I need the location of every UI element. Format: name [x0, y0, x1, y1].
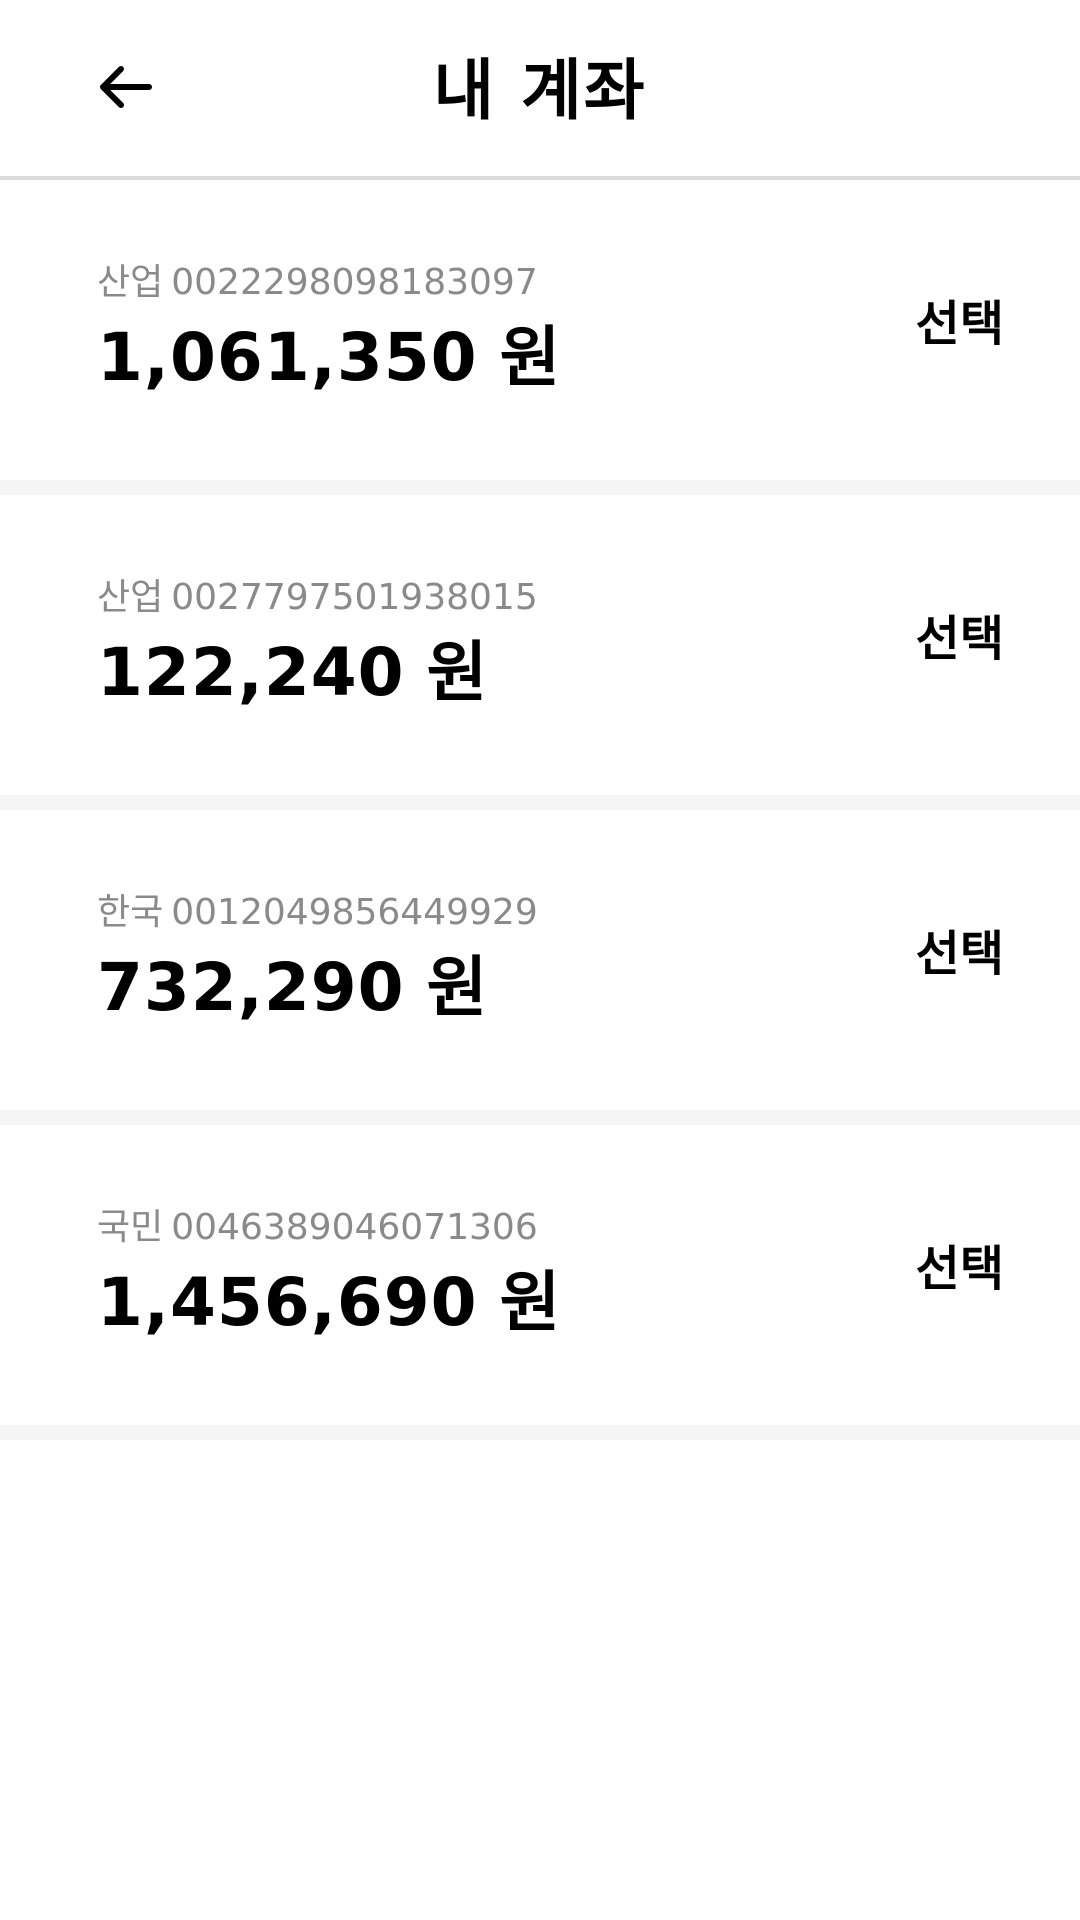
balance-amount: 1,061,350 [97, 319, 478, 396]
account-meta: 한국 0012049856449929 [97, 890, 538, 936]
account-balance: 1,456,690 원 [97, 1263, 561, 1343]
select-button[interactable]: 선택 [916, 609, 1004, 669]
account-balance: 1,061,350 원 [97, 318, 561, 398]
balance-amount: 122,240 [97, 634, 405, 711]
page-title: 내 계좌 [433, 52, 647, 129]
account-item: 국민 0046389046071306 1,456,690 원 선택 [0, 1125, 1080, 1440]
account-number: 0046389046071306 [171, 1207, 538, 1248]
select-button[interactable]: 선택 [916, 1239, 1004, 1299]
account-item: 산업 0022298098183097 1,061,350 원 선택 [0, 180, 1080, 495]
app-screen: 내 계좌 산업 0022298098183097 1,061,350 원 선택 산업… [0, 0, 1080, 1920]
currency-unit: 원 [499, 1264, 562, 1341]
account-balance: 122,240 원 [97, 633, 538, 713]
bank-name: 산업 [97, 577, 164, 618]
currency-unit: 원 [426, 949, 489, 1026]
account-meta: 국민 0046389046071306 [97, 1205, 561, 1251]
account-balance: 732,290 원 [97, 948, 538, 1028]
account-item: 한국 0012049856449929 732,290 원 선택 [0, 810, 1080, 1125]
account-info: 한국 0012049856449929 732,290 원 [97, 890, 538, 1028]
account-meta: 산업 0027797501938015 [97, 575, 538, 621]
app-header: 내 계좌 [0, 0, 1080, 180]
select-button[interactable]: 선택 [916, 924, 1004, 984]
account-number: 0022298098183097 [171, 262, 538, 303]
balance-amount: 1,456,690 [97, 1264, 478, 1341]
bank-name: 산업 [97, 262, 164, 303]
account-item: 산업 0027797501938015 122,240 원 선택 [0, 495, 1080, 810]
currency-unit: 원 [426, 634, 489, 711]
select-button[interactable]: 선택 [916, 294, 1004, 354]
account-list: 산업 0022298098183097 1,061,350 원 선택 산업 00277… [0, 180, 1080, 1440]
account-info: 국민 0046389046071306 1,456,690 원 [97, 1205, 561, 1343]
account-info: 산업 0022298098183097 1,061,350 원 [97, 260, 561, 398]
account-number: 0027797501938015 [171, 577, 538, 618]
bank-name: 한국 [97, 892, 164, 933]
account-number: 0012049856449929 [171, 892, 538, 933]
account-meta: 산업 0022298098183097 [97, 260, 561, 306]
currency-unit: 원 [499, 319, 562, 396]
account-info: 산업 0027797501938015 122,240 원 [97, 575, 538, 713]
bank-name: 국민 [97, 1207, 164, 1248]
balance-amount: 732,290 [97, 949, 405, 1026]
